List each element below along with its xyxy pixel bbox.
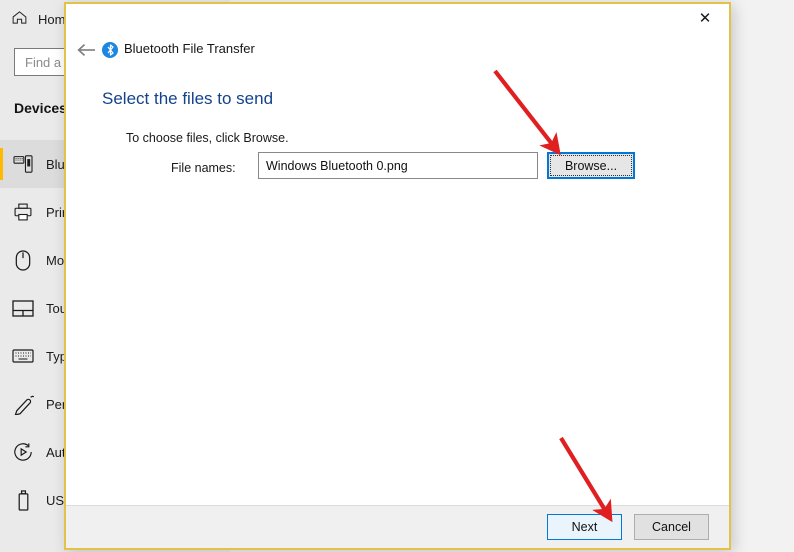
printer-icon <box>0 202 46 222</box>
file-names-input[interactable] <box>258 152 538 179</box>
browse-button-label: Browse... <box>564 158 618 173</box>
dialog-titlebar: ✕ <box>66 4 729 34</box>
pen-icon <box>0 394 46 415</box>
mouse-icon <box>0 249 46 271</box>
dialog-heading: Select the files to send <box>102 89 274 108</box>
close-icon[interactable]: ✕ <box>683 4 727 32</box>
dialog-instruction: To choose files, click Browse. <box>126 131 289 145</box>
autoplay-icon <box>0 442 46 462</box>
cancel-button[interactable]: Cancel <box>634 514 709 540</box>
keyboard-icon <box>0 349 46 363</box>
home-icon <box>0 9 38 30</box>
next-button-label: Next <box>571 520 598 534</box>
bluetooth-icon <box>102 42 118 58</box>
browse-button[interactable]: Browse... <box>547 152 635 179</box>
bluetooth-devices-icon <box>0 155 46 173</box>
touchpad-icon <box>0 299 46 317</box>
cancel-button-label: Cancel <box>652 520 691 534</box>
bluetooth-file-transfer-dialog: ✕ Bluetooth File Transfer Select the fil… <box>64 2 731 550</box>
dialog-footer: Next Cancel <box>66 505 729 548</box>
next-button[interactable]: Next <box>547 514 622 540</box>
dialog-app-title: Bluetooth File Transfer <box>124 41 255 56</box>
usb-icon <box>0 489 46 511</box>
file-names-label: File names: <box>171 161 236 175</box>
arrow-left-icon[interactable] <box>72 37 100 63</box>
page-title: Devices <box>14 100 67 116</box>
